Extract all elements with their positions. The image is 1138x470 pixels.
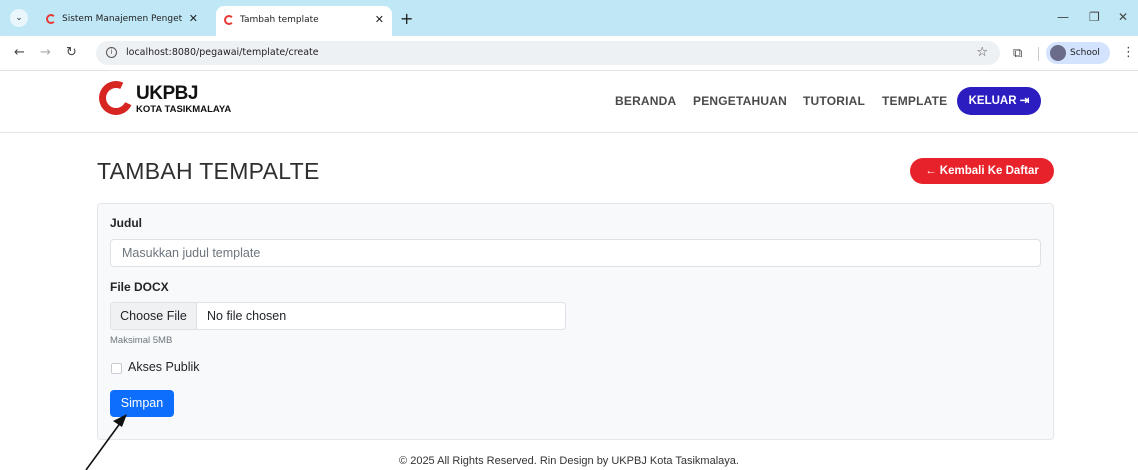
logo-title[interactable]: UKPBJ [136,83,198,105]
footer-copyright: © 2025 All Rights Reserved. Rin Design b… [399,455,739,467]
back-to-list-button[interactable]: ← Kembali Ke Daftar [910,158,1054,184]
tab-search-icon[interactable]: ⌄ [10,9,28,27]
profile-name: School [1070,48,1100,58]
nav-template[interactable]: TEMPLATE [882,94,947,108]
tab-close-icon[interactable]: ✕ [189,6,198,32]
logout-button[interactable]: KELUAR ⇥ [957,87,1041,115]
public-access-checkbox[interactable] [111,363,122,374]
page-title: TAMBAH TEMPALTE [97,158,320,184]
tab-sistem-manajemen[interactable]: Sistem Manajemen Pengetahuan ✕ [38,6,206,32]
file-label: File DOCX [110,280,169,294]
site-favicon-icon [224,15,234,25]
minimize-icon[interactable]: — [1057,8,1069,26]
public-access-label[interactable]: Akses Publik [128,360,200,374]
profile-button[interactable]: School [1046,42,1110,64]
forward-arrow-icon[interactable]: → [40,45,51,61]
restore-icon[interactable]: ❐ [1089,8,1100,26]
reload-icon[interactable]: ↻ [66,45,77,61]
file-input[interactable]: Choose File No file chosen [110,302,566,330]
site-favicon-icon [46,14,56,24]
browser-toolbar: ← → ↻ i localhost:8080/pegawai/template/… [0,36,1138,71]
window-close-icon[interactable]: ✕ [1118,8,1128,26]
avatar [1050,45,1066,61]
tab-close-icon[interactable]: ✕ [375,6,384,34]
browser-tabstrip: ⌄ Sistem Manajemen Pengetahuan ✕ Tambah … [0,0,1138,36]
ukpbj-logo-icon[interactable] [94,76,138,120]
template-form: Judul Masukkan judul template File DOCX … [97,203,1054,440]
site-header: UKPBJ KOTA TASIKMALAYA BERANDA PENGETAHU… [0,71,1138,133]
tab-tambah-template[interactable]: Tambah template ✕ [216,6,392,36]
file-status: No file chosen [207,309,287,323]
choose-file-button[interactable]: Choose File [111,303,197,329]
tab-title: Tambah template [240,15,319,25]
back-arrow-icon[interactable]: ← [14,45,25,61]
new-tab-icon[interactable]: + [400,6,413,32]
judul-input[interactable]: Masukkan judul template [110,239,1041,267]
save-button[interactable]: Simpan [110,390,174,417]
nav-tutorial[interactable]: TUTORIAL [803,94,865,108]
url-text[interactable]: localhost:8080/pegawai/template/create [126,41,319,65]
file-size-hint: Maksimal 5MB [110,335,173,346]
site-info-icon[interactable]: i [106,47,117,58]
judul-label: Judul [110,216,142,230]
toolbar-divider [1038,47,1039,61]
bookmark-star-icon[interactable]: ☆ [976,41,988,65]
browser-menu-icon[interactable]: ⋮ [1122,45,1135,60]
nav-beranda[interactable]: BERANDA [615,94,676,108]
extensions-icon[interactable]: ⧉ [1013,46,1022,61]
tab-title: Sistem Manajemen Pengetahuan [62,14,182,24]
address-bar[interactable]: i localhost:8080/pegawai/template/create… [96,41,1000,65]
nav-pengetahuan[interactable]: PENGETAHUAN [693,94,787,108]
logo-subtitle[interactable]: KOTA TASIKMALAYA [136,104,231,115]
